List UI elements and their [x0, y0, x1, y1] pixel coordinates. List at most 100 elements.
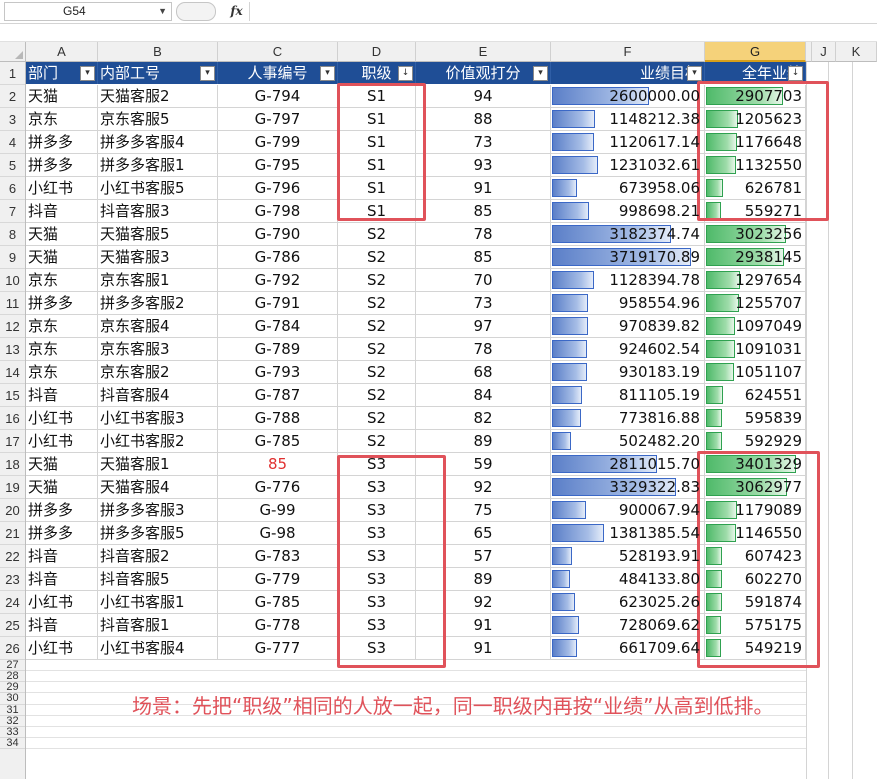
header-cell-level[interactable]: 职级 ↓ [338, 62, 416, 84]
cell-level[interactable]: S2 [338, 269, 416, 291]
header-cell-employee-id[interactable]: 内部工号 ▾ [98, 62, 218, 84]
filter-dropdown-icon[interactable]: ▾ [80, 66, 95, 81]
select-all-corner[interactable] [0, 42, 26, 62]
filter-dropdown-icon[interactable]: ▾ [320, 66, 335, 81]
cell-target[interactable]: 970839.82 [551, 315, 705, 337]
cell-target[interactable]: 773816.88 [551, 407, 705, 429]
cell-hr-number[interactable]: G-786 [218, 246, 338, 268]
cell-employee-id[interactable]: 抖音客服3 [98, 200, 218, 222]
row-header-22[interactable]: 22 [0, 545, 25, 568]
cell-target[interactable]: 1120617.14 [551, 131, 705, 153]
cell-values-score[interactable]: 97 [416, 315, 551, 337]
cell-values-score[interactable]: 89 [416, 430, 551, 452]
header-cell-department[interactable]: 部门 ▾ [26, 62, 98, 84]
cell-values-score[interactable]: 93 [416, 154, 551, 176]
cell-hr-number[interactable]: G-792 [218, 269, 338, 291]
cell-hr-number[interactable]: G-791 [218, 292, 338, 314]
filter-dropdown-icon[interactable]: ▾ [200, 66, 215, 81]
cell-department[interactable]: 京东 [26, 108, 98, 130]
header-cell-hr-number[interactable]: 人事编号 ▾ [218, 62, 338, 84]
cell-employee-id[interactable]: 抖音客服4 [98, 384, 218, 406]
row-header-34[interactable]: 34 [0, 737, 25, 750]
cell-values-score[interactable]: 84 [416, 384, 551, 406]
cell-department[interactable]: 拼多多 [26, 292, 98, 314]
cell-department[interactable]: 天猫 [26, 453, 98, 475]
cell-employee-id[interactable]: 小红书客服1 [98, 591, 218, 613]
row-header-4[interactable]: 4 [0, 131, 25, 154]
cell-level[interactable]: S2 [338, 246, 416, 268]
column-header-g[interactable]: G [705, 42, 806, 62]
cell-hr-number[interactable]: G-793 [218, 361, 338, 383]
row-header-8[interactable]: 8 [0, 223, 25, 246]
cell-performance[interactable]: 1097049 [705, 315, 806, 337]
cell-performance[interactable]: 624551 [705, 384, 806, 406]
cell-target[interactable]: 3182374.74 [551, 223, 705, 245]
row-header-9[interactable]: 9 [0, 246, 25, 269]
cell-department[interactable]: 天猫 [26, 223, 98, 245]
row-header-20[interactable]: 20 [0, 499, 25, 522]
cell-employee-id[interactable]: 京东客服4 [98, 315, 218, 337]
cell-department[interactable]: 京东 [26, 315, 98, 337]
cell-hr-number[interactable]: G-787 [218, 384, 338, 406]
cell-employee-id[interactable]: 拼多多客服1 [98, 154, 218, 176]
row-header-23[interactable]: 23 [0, 568, 25, 591]
column-header-j[interactable]: J [812, 42, 836, 62]
cell-target[interactable]: 811105.19 [551, 384, 705, 406]
column-header-b[interactable]: B [98, 42, 218, 62]
cell-values-score[interactable]: 73 [416, 131, 551, 153]
cell-values-score[interactable]: 68 [416, 361, 551, 383]
row-header-24[interactable]: 24 [0, 591, 25, 614]
row-header-10[interactable]: 10 [0, 269, 25, 292]
row-header-21[interactable]: 21 [0, 522, 25, 545]
cell-values-score[interactable]: 82 [416, 407, 551, 429]
cell-employee-id[interactable]: 京东客服1 [98, 269, 218, 291]
row-header-11[interactable]: 11 [0, 292, 25, 315]
cell-employee-id[interactable]: 小红书客服5 [98, 177, 218, 199]
cell-target[interactable]: 623025.26 [551, 591, 705, 613]
formula-bar-splitter[interactable] [176, 2, 216, 21]
cell-values-score[interactable]: 85 [416, 246, 551, 268]
cell-hr-number[interactable]: G-796 [218, 177, 338, 199]
cell-target[interactable]: 3719170.89 [551, 246, 705, 268]
row-header-3[interactable]: 3 [0, 108, 25, 131]
filter-dropdown-icon[interactable]: ▾ [687, 66, 702, 81]
cell-employee-id[interactable]: 拼多多客服5 [98, 522, 218, 544]
cell-target[interactable]: 924602.54 [551, 338, 705, 360]
cell-department[interactable]: 拼多多 [26, 154, 98, 176]
row-header-6[interactable]: 6 [0, 177, 25, 200]
cell-hr-number[interactable]: G-785 [218, 430, 338, 452]
cell-target[interactable]: 1381385.54 [551, 522, 705, 544]
cell-hr-number[interactable]: G-777 [218, 637, 338, 659]
cell-target[interactable]: 3329322.83 [551, 476, 705, 498]
cell-performance[interactable]: 1091031 [705, 338, 806, 360]
cell-hr-number[interactable]: G-776 [218, 476, 338, 498]
cell-values-score[interactable]: 78 [416, 223, 551, 245]
cell-hr-number[interactable]: G-785 [218, 591, 338, 613]
row-header-14[interactable]: 14 [0, 361, 25, 384]
cell-hr-number[interactable]: G-784 [218, 315, 338, 337]
cell-hr-number[interactable]: G-797 [218, 108, 338, 130]
cell-level[interactable]: S2 [338, 315, 416, 337]
cell-employee-id[interactable]: 天猫客服5 [98, 223, 218, 245]
column-header-d[interactable]: D [338, 42, 416, 62]
cell-employee-id[interactable]: 拼多多客服4 [98, 131, 218, 153]
cell-target[interactable]: 502482.20 [551, 430, 705, 452]
insert-function-icon[interactable]: fx [224, 2, 250, 21]
cell-employee-id[interactable]: 拼多多客服3 [98, 499, 218, 521]
cell-employee-id[interactable]: 小红书客服4 [98, 637, 218, 659]
cell-department[interactable]: 京东 [26, 338, 98, 360]
cell-employee-id[interactable]: 抖音客服2 [98, 545, 218, 567]
cell-hr-number[interactable]: G-779 [218, 568, 338, 590]
row-header-5[interactable]: 5 [0, 154, 25, 177]
cell-hr-number[interactable]: G-783 [218, 545, 338, 567]
cell-target[interactable]: 1231032.61 [551, 154, 705, 176]
cell-target[interactable]: 728069.62 [551, 614, 705, 636]
cell-department[interactable]: 抖音 [26, 384, 98, 406]
cell-department[interactable]: 天猫 [26, 246, 98, 268]
row-header-30[interactable]: 30 [0, 693, 25, 705]
cell-target[interactable]: 958554.96 [551, 292, 705, 314]
row-header-7[interactable]: 7 [0, 200, 25, 223]
cell-hr-number[interactable]: G-788 [218, 407, 338, 429]
cell-values-score[interactable]: 85 [416, 200, 551, 222]
row-header-15[interactable]: 15 [0, 384, 25, 407]
